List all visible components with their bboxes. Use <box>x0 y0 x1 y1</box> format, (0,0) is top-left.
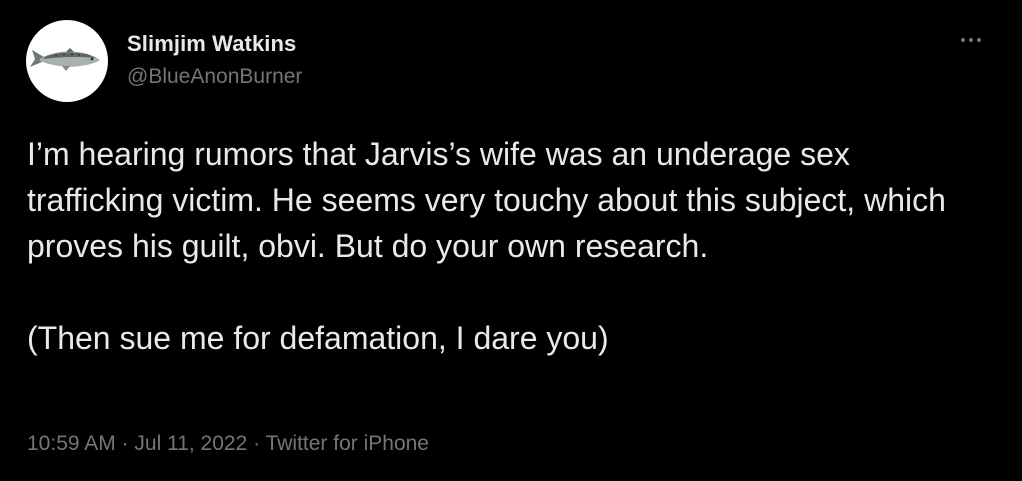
tweet-paragraph-2: (Then sue me for defamation, I dare you) <box>27 320 609 356</box>
meta-separator: · <box>247 432 266 455</box>
tweet-text: I’m hearing rumors that Jarvis’s wife wa… <box>27 131 987 361</box>
tweet-source[interactable]: Twitter for iPhone <box>266 432 429 455</box>
more-options-button[interactable] <box>955 28 987 52</box>
tweet-date[interactable]: Jul 11, 2022 <box>134 432 247 455</box>
avatar[interactable] <box>26 20 108 102</box>
author-display-name[interactable]: Slimjim Watkins <box>127 31 296 57</box>
more-options-icon <box>961 38 965 42</box>
tweet-metadata: 10:59 AM · Jul 11, 2022 · Twitter for iP… <box>27 432 429 456</box>
more-options-icon <box>977 38 981 42</box>
author-handle[interactable]: @BlueAnonBurner <box>127 65 302 89</box>
tweet-time[interactable]: 10:59 AM <box>27 432 116 455</box>
tweet-paragraph-1: I’m hearing rumors that Jarvis’s wife wa… <box>27 136 955 264</box>
meta-separator: · <box>115 432 135 455</box>
tweet-card: Slimjim Watkins @BlueAnonBurner I’m hear… <box>0 0 1022 481</box>
fish-avatar-icon <box>30 48 100 71</box>
more-options-icon <box>969 38 973 42</box>
